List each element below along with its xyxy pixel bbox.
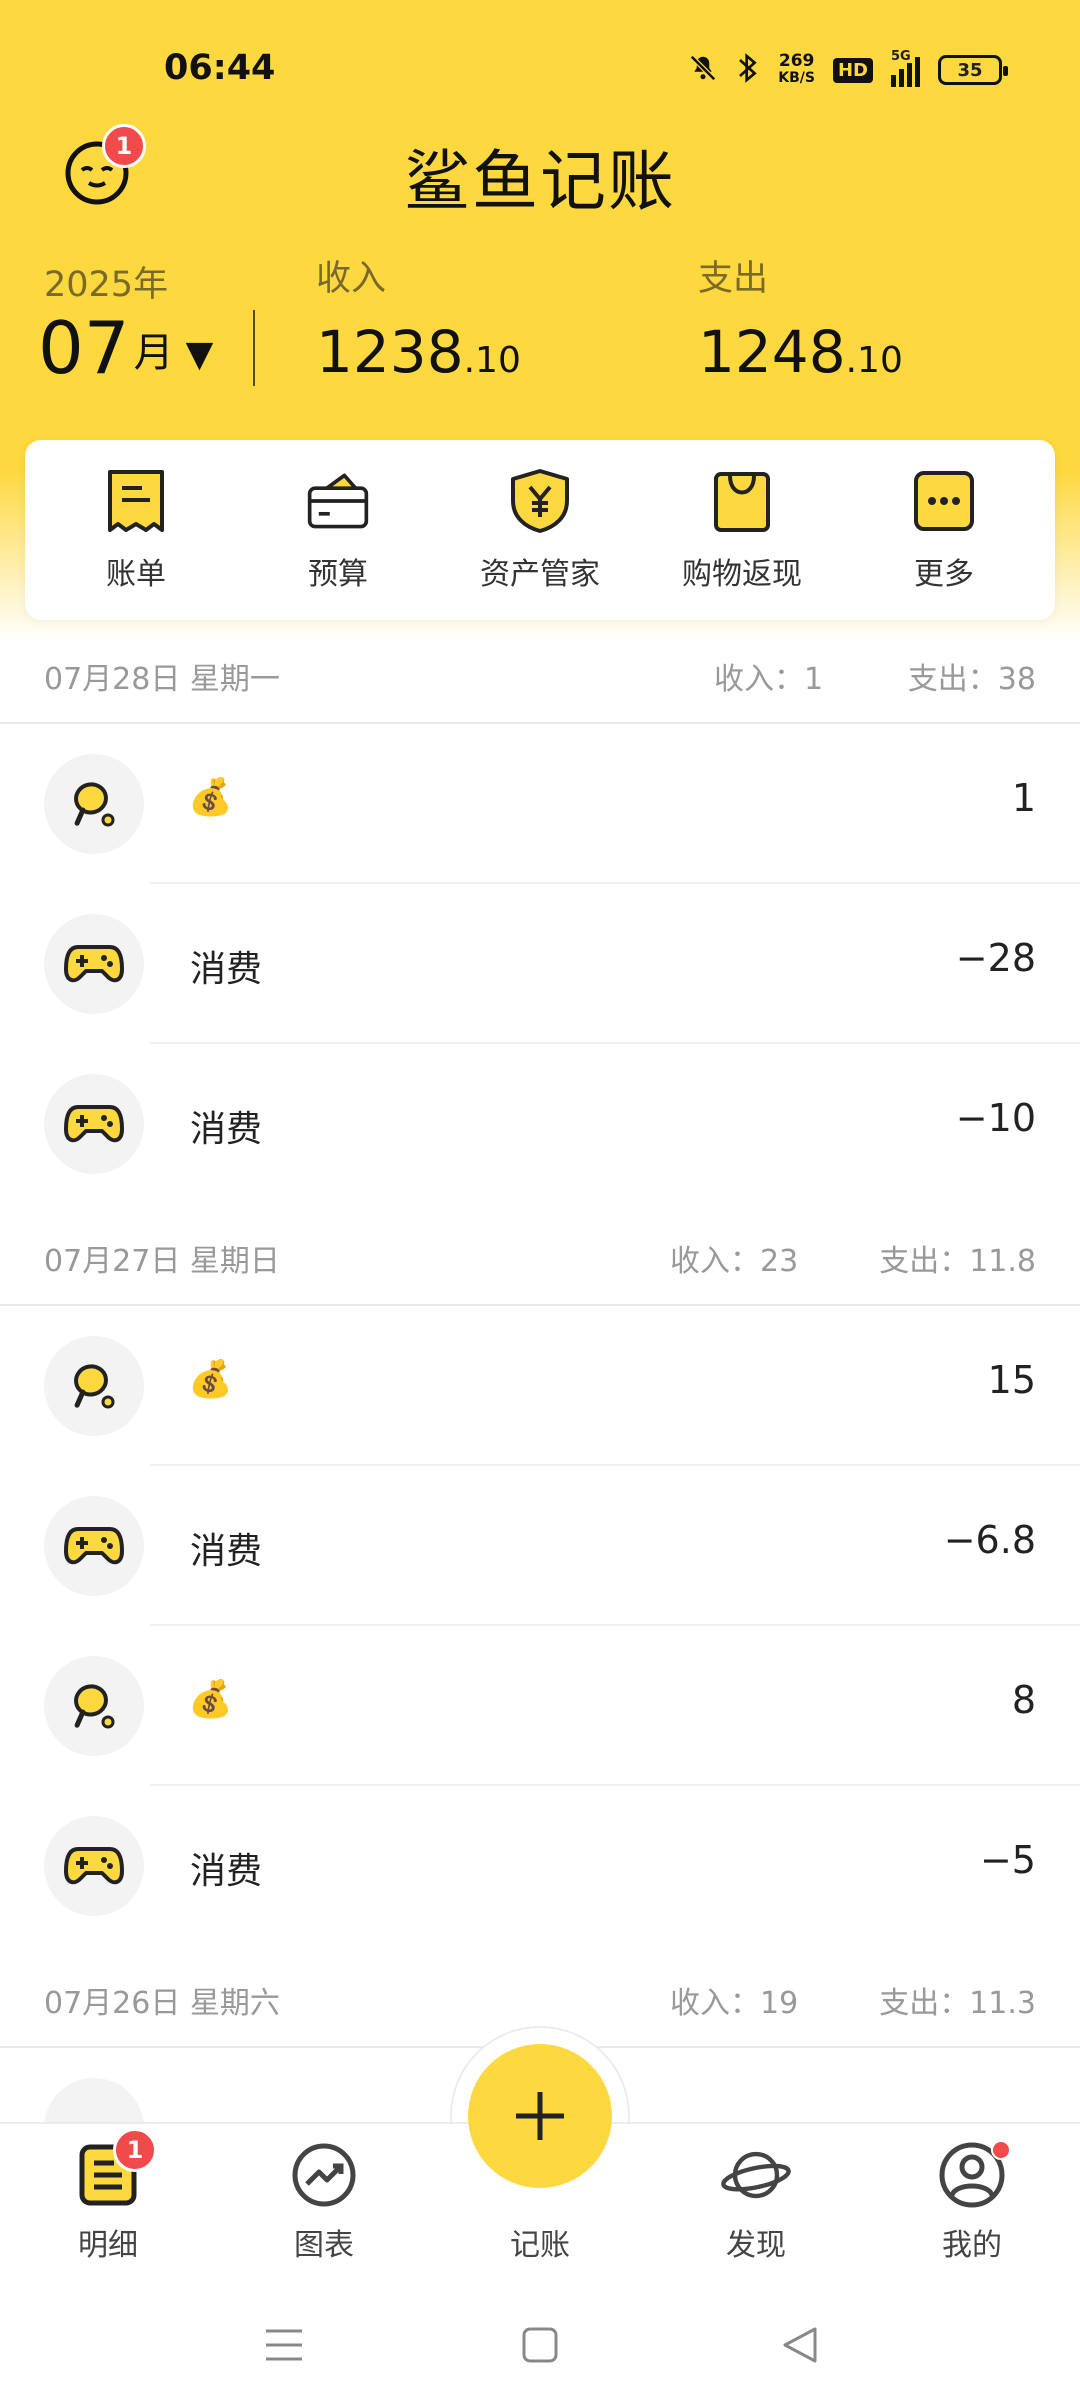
menu-item-cashback[interactable]: 购物返现	[642, 467, 842, 593]
planet-icon	[721, 2140, 791, 2210]
quick-menu: 账单 预算 资产管家 购物返现 更多	[25, 440, 1055, 620]
shopping-bag-icon	[710, 467, 774, 535]
row-title: 消费	[190, 1531, 263, 1572]
gamepad-icon	[44, 1816, 144, 1916]
row-amount: −28	[955, 936, 1036, 980]
nav-item-discover[interactable]: 发现	[676, 2124, 836, 2264]
nav-item-detail[interactable]: 1 明细	[28, 2124, 188, 2264]
row-amount: −5	[979, 1838, 1036, 1882]
row-amount: −10	[955, 1096, 1036, 1140]
nav-badge: 1	[113, 2128, 157, 2172]
month-unit: 月	[133, 330, 174, 376]
row-amount: 1	[1011, 776, 1036, 820]
app-title: 鲨鱼记账	[404, 143, 676, 220]
day-header: 07月28日 星期一 收入：1 支出：38	[0, 618, 1080, 724]
summary-divider	[253, 310, 255, 386]
battery-indicator: 35	[938, 55, 1008, 85]
row-title: 消费	[190, 1851, 263, 1892]
wallet-icon	[306, 467, 370, 535]
signal-icon: 5G	[891, 49, 920, 87]
ping-pong-icon	[44, 1656, 144, 1756]
month-number: 07	[38, 306, 130, 390]
menu-item-budget[interactable]: 预算	[238, 467, 438, 593]
bluetooth-icon	[736, 52, 760, 88]
menu-icon[interactable]	[254, 2315, 314, 2375]
nav-item-chart[interactable]: 图表	[244, 2124, 404, 2264]
list-item[interactable]: 💰 1	[0, 724, 1080, 884]
year-label: 2025年	[44, 265, 169, 305]
add-record-button[interactable]	[468, 2044, 612, 2188]
back-icon[interactable]	[770, 2315, 830, 2375]
receipt-icon	[104, 467, 168, 535]
month-selector[interactable]: 07 月 ▼	[38, 308, 213, 388]
detail-list-icon: 1	[73, 2128, 157, 2210]
gamepad-icon	[44, 1074, 144, 1174]
income-label: 收入	[316, 259, 387, 299]
menu-item-more[interactable]: 更多	[844, 467, 1044, 593]
list-item[interactable]: 消费 −28	[0, 884, 1080, 1044]
plus-icon	[516, 2092, 564, 2140]
day-header: 07月27日 星期日 收入：23 支出：11.8	[0, 1200, 1080, 1306]
row-amount: 15	[987, 1358, 1036, 1402]
menu-item-bills[interactable]: 账单	[36, 467, 236, 593]
mute-icon	[688, 53, 718, 87]
profile-dot	[991, 2140, 1011, 2160]
nav-item-profile[interactable]: 我的	[892, 2124, 1052, 2264]
home-icon[interactable]	[510, 2315, 570, 2375]
expense-label: 支出	[698, 259, 769, 299]
list-item[interactable]: 💰 8	[0, 1626, 1080, 1786]
row-title: 消费	[190, 1109, 263, 1150]
list-item[interactable]: 消费 −5	[0, 1786, 1080, 1946]
row-amount: 8	[1011, 1678, 1036, 1722]
status-icons: 269 KB/S HD 5G 35	[688, 49, 1008, 90]
status-time: 06:44	[164, 48, 276, 88]
moneybag-icon: 💰	[188, 777, 233, 818]
shield-yen-icon	[508, 467, 572, 535]
row-title: 消费	[190, 949, 263, 990]
expense-value: 1248.10	[698, 318, 903, 386]
system-nav-bar	[0, 2287, 1080, 2400]
row-amount: −6.8	[943, 1518, 1036, 1562]
income-value: 1238.10	[316, 318, 521, 386]
status-bar: 06:44 269 KB/S HD 5G 35	[0, 0, 1080, 140]
list-item[interactable]: 消费 −6.8	[0, 1466, 1080, 1626]
profile-icon	[937, 2140, 1011, 2210]
hd-badge: HD	[832, 57, 873, 83]
moneybag-icon: 💰	[188, 1679, 233, 1720]
ping-pong-icon	[44, 754, 144, 854]
ping-pong-icon	[44, 1336, 144, 1436]
gamepad-icon	[44, 914, 144, 1014]
net-speed: 269 KB/S	[778, 51, 815, 87]
list-item[interactable]: 消费 −10	[0, 1044, 1080, 1204]
more-icon	[912, 467, 976, 535]
menu-item-assets[interactable]: 资产管家	[440, 467, 640, 593]
moneybag-icon: 💰	[188, 1359, 233, 1400]
chart-trend-icon	[289, 2140, 359, 2210]
gamepad-icon	[44, 1496, 144, 1596]
list-item[interactable]: 💰 15	[0, 1306, 1080, 1466]
caret-down-icon: ▼	[185, 334, 214, 375]
